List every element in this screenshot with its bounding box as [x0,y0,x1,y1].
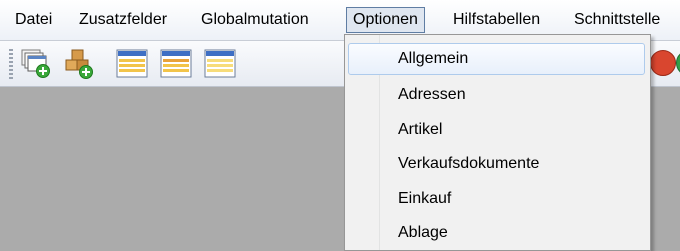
list-blue-icon[interactable] [116,47,148,79]
menu-datei[interactable]: Datei [9,7,58,33]
list-yellow-icon[interactable] [204,47,236,79]
toolbar-grip[interactable] [9,49,13,79]
menu-item-allgemein[interactable]: Allgemein [348,43,645,75]
optionen-dropdown-menu: Allgemein Adressen Artikel Verkaufsdokum… [344,34,651,251]
boxes-add-icon[interactable] [62,47,94,79]
menu-optionen[interactable]: Optionen [346,7,425,33]
window-add-icon[interactable] [20,47,52,79]
menu-item-artikel[interactable]: Artikel [348,114,645,146]
menu-zusatzfelder[interactable]: Zusatzfelder [73,7,173,33]
menu-item-einkauf[interactable]: Einkauf [348,183,645,215]
menu-globalmutation[interactable]: Globalmutation [195,7,315,33]
stop-icon[interactable] [650,50,676,76]
menu-item-adressen[interactable]: Adressen [348,79,645,111]
menu-item-verkaufsdokumente[interactable]: Verkaufsdokumente [348,148,645,180]
go-icon[interactable] [676,50,680,76]
list-orange-icon[interactable] [160,47,192,79]
menu-hilfstabellen[interactable]: Hilfstabellen [447,7,546,33]
menu-item-ablage[interactable]: Ablage [348,217,645,249]
menu-schnittstelle[interactable]: Schnittstelle [568,7,666,33]
